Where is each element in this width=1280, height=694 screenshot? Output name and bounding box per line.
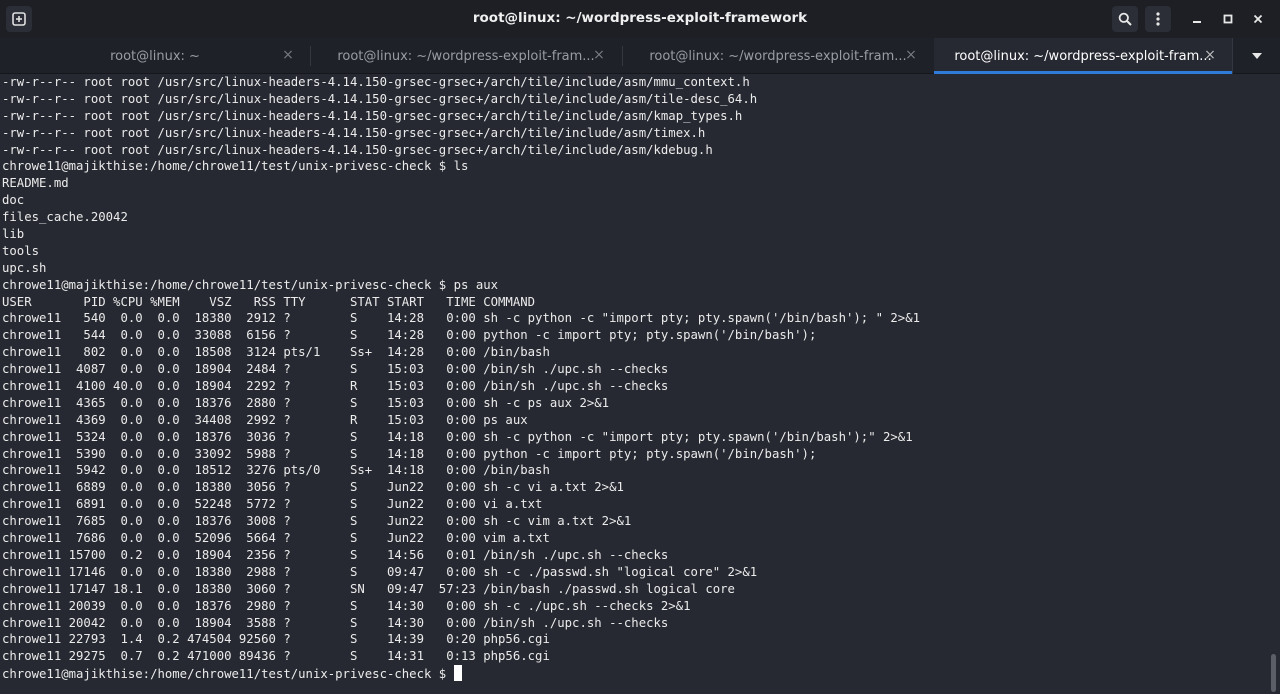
window-title: root@linux: ~/wordpress-exploit-framewor… <box>472 10 808 26</box>
shell-prompt: chrowe11@majikthise:/home/chrowe11/test/… <box>2 667 454 682</box>
terminal-line: -rw-r--r-- root root /usr/src/linux-head… <box>2 75 750 89</box>
terminal-line: chrowe11@majikthise:/home/chrowe11/test/… <box>2 159 469 174</box>
tab-4-active[interactable]: root@linux: ~/wordpress-exploit-fram... … <box>934 38 1232 74</box>
close-icon <box>1253 14 1263 24</box>
tab-2[interactable]: root@linux: ~/wordpress-exploit-fram... … <box>311 38 621 74</box>
terminal-line: chrowe11 7686 0.0 0.0 52096 5664 ? S Jun… <box>2 531 550 546</box>
terminal-line: chrowe11 7685 0.0 0.0 18376 3008 ? S Jun… <box>2 514 632 529</box>
new-tab-button[interactable] <box>6 6 32 32</box>
terminal-line: chrowe11 4100 40.0 0.0 18904 2292 ? R 15… <box>2 379 669 394</box>
scrollbar-thumb[interactable] <box>1271 654 1276 692</box>
minimize-button[interactable] <box>1184 6 1210 32</box>
tab-label: root@linux: ~ <box>110 48 200 64</box>
terminal-line: -rw-r--r-- root root /usr/src/linux-head… <box>2 91 758 106</box>
terminal-line: lib <box>2 227 25 242</box>
terminal-line: USER PID %CPU %MEM VSZ RSS TTY STAT STAR… <box>2 294 536 309</box>
tab-close-icon[interactable]: × <box>280 47 296 63</box>
terminal-line: chrowe11 4369 0.0 0.0 34408 2992 ? R 15:… <box>2 412 528 427</box>
terminal-line: chrowe11 17146 0.0 0.0 18380 2988 ? S 09… <box>2 564 758 579</box>
tab-label: root@linux: ~/wordpress-exploit-fram... <box>649 48 907 64</box>
terminal-line: chrowe11 15700 0.2 0.0 18904 2356 ? S 14… <box>2 547 669 562</box>
terminal-line: chrowe11 5390 0.0 0.0 33092 5988 ? S 14:… <box>2 446 817 461</box>
terminal-line: chrowe11 6889 0.0 0.0 18380 3056 ? S Jun… <box>2 480 624 495</box>
terminal-text: -rw-r--r-- root root /usr/src/linux-head… <box>2 74 920 682</box>
tabs-dropdown-button[interactable] <box>1232 38 1280 74</box>
kebab-menu-icon <box>1156 12 1160 26</box>
terminal-line: chrowe11 6891 0.0 0.0 52248 5772 ? S Jun… <box>2 497 543 512</box>
tab-close-icon[interactable]: × <box>1202 47 1218 63</box>
tab-close-icon[interactable]: × <box>591 47 607 63</box>
terminal-line: chrowe11 20039 0.0 0.0 18376 2980 ? S 14… <box>2 598 691 613</box>
tab-label: root@linux: ~/wordpress-exploit-fram... <box>954 48 1212 64</box>
tab-1[interactable]: root@linux: ~ × <box>0 38 310 74</box>
terminal-line: tools <box>2 243 40 258</box>
terminal-line: chrowe11@majikthise:/home/chrowe11/test/… <box>2 277 499 292</box>
new-tab-icon <box>12 12 26 26</box>
terminal-line: upc.sh <box>2 260 47 275</box>
tab-3[interactable]: root@linux: ~/wordpress-exploit-fram... … <box>623 38 933 74</box>
terminal-line: files_cache.20042 <box>2 210 128 225</box>
search-icon <box>1118 12 1132 26</box>
terminal-line: chrowe11 29275 0.7 0.2 471000 89436 ? S … <box>2 649 550 664</box>
terminal-line: chrowe11 20042 0.0 0.0 18904 3588 ? S 14… <box>2 615 669 630</box>
text-cursor <box>453 665 462 682</box>
terminal-scrollbar[interactable] <box>1268 74 1280 694</box>
terminal-line: chrowe11 4365 0.0 0.0 18376 2880 ? S 15:… <box>2 395 610 410</box>
tab-close-icon[interactable]: × <box>903 47 919 63</box>
close-button[interactable] <box>1245 6 1271 32</box>
terminal-line: -rw-r--r-- root root /usr/src/linux-head… <box>2 125 706 140</box>
terminal-line: doc <box>2 193 25 208</box>
terminal-line: chrowe11 5324 0.0 0.0 18376 3036 ? S 14:… <box>2 429 913 444</box>
terminal-line: README.md <box>2 176 69 191</box>
menu-button[interactable] <box>1145 6 1171 32</box>
search-button[interactable] <box>1112 6 1138 32</box>
maximize-button[interactable] <box>1215 6 1241 32</box>
terminal-line: chrowe11 4087 0.0 0.0 18904 2484 ? S 15:… <box>2 362 669 377</box>
terminal-line: chrowe11 802 0.0 0.0 18508 3124 pts/1 Ss… <box>2 345 550 360</box>
terminal-line: chrowe11 22793 1.4 0.2 474504 92560 ? S … <box>2 632 550 647</box>
tab-bar: root@linux: ~ × root@linux: ~/wordpress-… <box>0 38 1280 74</box>
terminal-line: chrowe11 544 0.0 0.0 33088 6156 ? S 14:2… <box>2 328 817 343</box>
minimize-icon <box>1193 21 1201 23</box>
terminal-prompt-line: chrowe11@majikthise:/home/chrowe11/test/… <box>2 665 920 682</box>
tab-label: root@linux: ~/wordpress-exploit-fram... <box>337 48 595 64</box>
maximize-icon <box>1223 14 1233 24</box>
terminal-line: chrowe11 540 0.0 0.0 18380 2912 ? S 14:2… <box>2 311 921 326</box>
terminal-line: -rw-r--r-- root root /usr/src/linux-head… <box>2 108 743 123</box>
title-bar: root@linux: ~/wordpress-exploit-framewor… <box>0 0 1280 38</box>
terminal-line: chrowe11 5942 0.0 0.0 18512 3276 pts/0 S… <box>2 463 550 478</box>
terminal-line: -rw-r--r-- root root /usr/src/linux-head… <box>2 142 713 157</box>
chevron-down-icon <box>1251 53 1262 59</box>
terminal-output[interactable]: -rw-r--r-- root root /usr/src/linux-head… <box>0 74 1268 694</box>
terminal-line: chrowe11 17147 18.1 0.0 18380 3060 ? SN … <box>2 581 735 596</box>
